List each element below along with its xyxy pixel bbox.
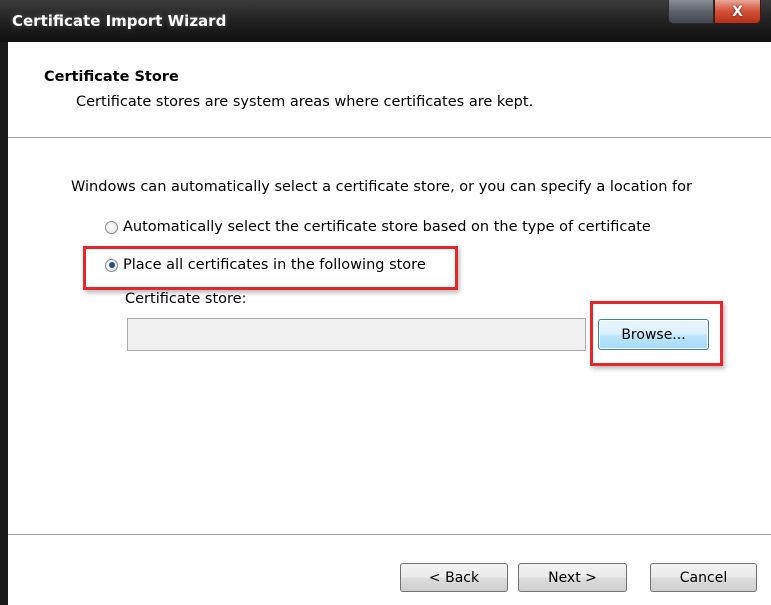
back-button[interactable]: < Back [400,563,508,592]
page-description: Certificate stores are system areas wher… [76,94,534,110]
window-title: Certificate Import Wizard [12,12,227,30]
close-x-icon: X [732,3,743,20]
wizard-window: Certificate Import Wizard X Certificate … [0,0,771,605]
option-auto-select[interactable]: Automatically select the certificate sto… [105,219,651,235]
footer-divider [8,534,771,535]
page-title: Certificate Store [44,69,179,85]
radio-button-icon[interactable] [105,220,118,234]
highlight-box-option [83,246,458,290]
title-bar[interactable]: Certificate Import Wizard X [0,0,771,42]
wizard-page: Certificate Store Certificate stores are… [8,42,771,605]
intro-text: Windows can automatically select a certi… [71,179,692,195]
header-divider [8,137,771,138]
highlight-box-browse [590,301,723,366]
minimize-button[interactable] [668,0,714,24]
cancel-button[interactable]: Cancel [650,563,757,592]
option-auto-select-label: Automatically select the certificate sto… [123,219,651,235]
close-button[interactable]: X [714,0,761,24]
certificate-store-field [127,318,586,351]
next-button[interactable]: Next > [518,563,627,592]
certificate-store-label: Certificate store: [125,291,247,307]
